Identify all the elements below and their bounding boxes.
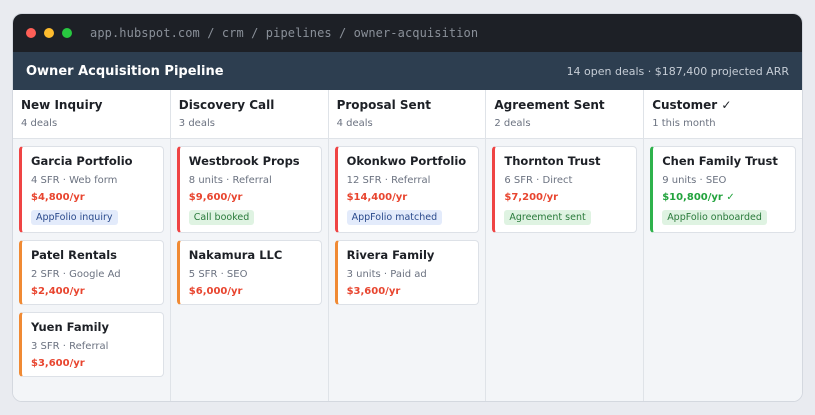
deal-meta: 3 SFR · Referral: [31, 341, 109, 352]
column-deal-count: 2 deals: [494, 118, 531, 129]
deal-meta: 2 SFR · Google Ad: [31, 269, 121, 280]
pipeline-header: Owner Acquisition Pipeline 14 open deals…: [13, 52, 802, 90]
deal-meta: 8 units · Referral: [188, 175, 272, 186]
deal-value: $4,800/yr: [31, 192, 85, 203]
browser-window: app.hubspot.com / crm / pipelines / owne…: [12, 13, 803, 402]
deal-meta: 4 SFR · Web form: [31, 175, 118, 186]
deal-value: $14,400/yr: [346, 192, 408, 203]
card-list: Okonkwo Portfolio 12 SFR · Referral $14,…: [329, 139, 486, 312]
card-list: Westbrook Props 8 units · Referral $9,60…: [171, 139, 328, 312]
deal-card[interactable]: Thornton Trust 6 SFR · Direct $7,200/yr …: [492, 146, 638, 233]
deal-value: $3,600/yr: [346, 286, 401, 297]
column-header: Discovery Call 3 deals: [170, 90, 328, 139]
deal-name: Thornton Trust: [504, 154, 601, 168]
deal-meta: 3 units · Paid ad: [346, 269, 427, 280]
deal-value: $2,400/yr: [31, 286, 85, 297]
column-title: New Inquiry: [21, 98, 103, 112]
deal-card[interactable]: Yuen Family 3 SFR · Referral $3,600/yr: [19, 312, 164, 377]
column-title: Proposal Sent: [336, 98, 431, 112]
deal-value: $10,800/yr ✓: [662, 192, 735, 203]
minimize-window-button[interactable]: [44, 28, 54, 38]
deal-name: Okonkwo Portfolio: [346, 154, 467, 168]
column-title: Customer ✓: [652, 98, 732, 112]
column-header: Agreement Sent 2 deals: [486, 90, 644, 139]
stage-column-proposal-sent: Proposal Sent 4 deals Okonkwo Portfolio …: [328, 90, 487, 401]
stage-column-new-inquiry: New Inquiry 4 deals Garcia Portfolio 4 S…: [13, 90, 171, 401]
maximize-window-button[interactable]: [62, 28, 72, 38]
column-title: Agreement Sent: [494, 98, 605, 112]
stage-column-customer: Customer ✓ 1 this month Chen Family Trus…: [644, 90, 802, 401]
deal-card[interactable]: Okonkwo Portfolio 12 SFR · Referral $14,…: [334, 146, 480, 233]
deal-name: Westbrook Props: [188, 154, 300, 168]
column-deal-count: 4 deals: [336, 118, 373, 129]
deal-card[interactable]: Garcia Portfolio 4 SFR · Web form $4,800…: [19, 146, 164, 233]
deal-value: $7,200/yr: [504, 192, 559, 203]
card-list: Thornton Trust 6 SFR · Direct $7,200/yr …: [486, 139, 643, 240]
deal-meta: 5 SFR · SEO: [188, 269, 248, 280]
page-title: Owner Acquisition Pipeline: [26, 63, 224, 79]
title-bar: app.hubspot.com / crm / pipelines / owne…: [13, 14, 802, 52]
pipeline-summary: 14 open deals · $187,400 projected ARR: [566, 64, 789, 78]
address-bar[interactable]: app.hubspot.com / crm / pipelines / owne…: [90, 26, 478, 40]
deal-name: Nakamura LLC: [188, 248, 283, 262]
deal-name: Patel Rentals: [31, 248, 118, 262]
deal-badge: AppFolio matched: [346, 210, 443, 225]
column-header: New Inquiry 4 deals: [13, 90, 170, 139]
stage-column-agreement-sent: Agreement Sent 2 deals Thornton Trust 6 …: [486, 90, 645, 401]
deal-value: $9,600/yr: [188, 192, 243, 203]
column-title: Discovery Call: [178, 98, 275, 112]
deal-value: $3,600/yr: [31, 358, 85, 369]
deal-badge: AppFolio inquiry: [31, 210, 118, 225]
deal-card[interactable]: Patel Rentals 2 SFR · Google Ad $2,400/y…: [19, 240, 164, 305]
deal-name: Chen Family Trust: [662, 154, 778, 168]
deal-name: Garcia Portfolio: [31, 154, 133, 168]
stage-column-discovery-call: Discovery Call 3 deals Westbrook Props 8…: [170, 90, 329, 401]
deal-meta: 12 SFR · Referral: [346, 175, 431, 186]
deal-card[interactable]: Chen Family Trust 9 units · SEO $10,800/…: [650, 146, 796, 233]
deal-badge: Call booked: [188, 210, 255, 225]
deal-name: Yuen Family: [31, 320, 109, 334]
deal-badge: Agreement sent: [504, 210, 591, 225]
close-window-button[interactable]: [26, 28, 36, 38]
deal-name: Rivera Family: [346, 248, 435, 262]
deal-badge: AppFolio onboarded: [662, 210, 767, 225]
column-header: Proposal Sent 4 deals: [328, 90, 486, 139]
deal-meta: 6 SFR · Direct: [504, 175, 573, 186]
column-deal-count: 3 deals: [178, 118, 215, 129]
deal-card[interactable]: Westbrook Props 8 units · Referral $9,60…: [176, 146, 322, 233]
column-deal-count: 4 deals: [21, 118, 58, 129]
deal-card[interactable]: Rivera Family 3 units · Paid ad $3,600/y…: [334, 240, 480, 305]
deal-card[interactable]: Nakamura LLC 5 SFR · SEO $6,000/yr: [176, 240, 322, 305]
column-header: Customer ✓ 1 this month: [644, 90, 802, 139]
card-list: Chen Family Trust 9 units · SEO $10,800/…: [644, 139, 802, 240]
column-deal-count: 1 this month: [652, 118, 716, 129]
kanban-board: New Inquiry 4 deals Garcia Portfolio 4 S…: [13, 90, 802, 401]
card-list: Garcia Portfolio 4 SFR · Web form $4,800…: [13, 139, 170, 384]
deal-value: $6,000/yr: [188, 286, 243, 297]
deal-meta: 9 units · SEO: [662, 175, 727, 186]
